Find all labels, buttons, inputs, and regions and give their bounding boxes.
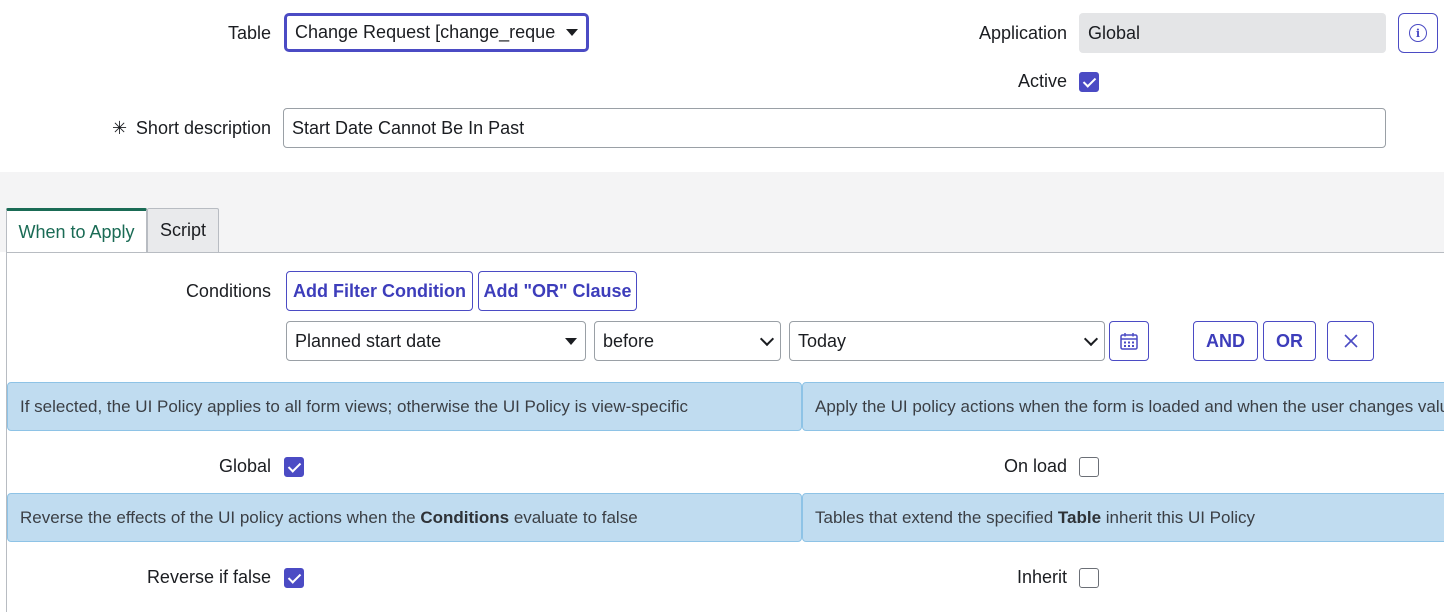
active-label: Active <box>1017 71 1067 91</box>
add-or-clause-button[interactable]: Add "OR" Clause <box>478 271 637 311</box>
inherit-checkbox[interactable] <box>1079 568 1099 588</box>
or-button[interactable]: OR <box>1263 321 1316 361</box>
dropdown-caret-icon <box>565 337 577 345</box>
global-label: Global <box>218 456 271 476</box>
application-field: Global <box>1079 13 1386 53</box>
table-select[interactable]: Change Request [change_request] <box>284 13 589 52</box>
on-load-hint-text: Apply the UI policy actions when the for… <box>815 396 1444 416</box>
tab-script[interactable]: Script <box>147 208 219 252</box>
reverse-hint: Reverse the effects of the UI policy act… <box>7 493 802 542</box>
global-hint: If selected, the UI Policy applies to al… <box>7 382 802 431</box>
application-info-button[interactable]: i <box>1398 13 1438 53</box>
info-icon: i <box>1409 24 1427 42</box>
condition-operator-value: before <box>603 330 655 351</box>
inherit-hint: Tables that extend the specified Table i… <box>802 493 1444 542</box>
remove-condition-button[interactable] <box>1327 321 1374 361</box>
reverse-if-false-label: Reverse if false <box>146 567 271 587</box>
condition-operator-select[interactable]: before <box>594 321 781 361</box>
short-description-value: Start Date Cannot Be In Past <box>292 117 525 138</box>
short-description-input[interactable]: Start Date Cannot Be In Past <box>283 108 1386 148</box>
chevron-down-icon <box>759 331 775 346</box>
when-to-apply-panel <box>6 252 1444 612</box>
reverse-hint-text: Reverse the effects of the UI policy act… <box>20 507 638 527</box>
global-checkbox[interactable] <box>284 457 304 477</box>
active-checkbox[interactable] <box>1079 72 1099 92</box>
reverse-if-false-checkbox[interactable] <box>284 568 304 588</box>
condition-field-select[interactable]: Planned start date <box>286 321 586 361</box>
close-icon <box>1343 334 1358 348</box>
on-load-checkbox[interactable] <box>1079 457 1099 477</box>
on-load-label: On load <box>1003 456 1067 476</box>
global-hint-text: If selected, the UI Policy applies to al… <box>20 396 688 416</box>
tab-when-to-apply[interactable]: When to Apply <box>6 208 147 253</box>
calendar-icon <box>1120 333 1138 350</box>
tab-when-to-apply-label: When to Apply <box>18 221 135 242</box>
application-label: Application <box>978 23 1067 43</box>
condition-field-value: Planned start date <box>295 330 442 351</box>
required-icon: ✳ <box>112 118 128 138</box>
table-label: Table <box>227 23 271 43</box>
calendar-button[interactable] <box>1109 321 1149 361</box>
on-load-hint: Apply the UI policy actions when the for… <box>802 382 1444 431</box>
conditions-label: Conditions <box>185 281 271 301</box>
short-description-label: Short description <box>135 118 271 138</box>
table-select-value: Change Request [change_request] <box>295 22 556 42</box>
chevron-down-icon <box>1083 331 1099 346</box>
add-filter-condition-button[interactable]: Add Filter Condition <box>286 271 473 311</box>
application-value: Global <box>1088 22 1141 43</box>
inherit-hint-text: Tables that extend the specified Table i… <box>815 507 1256 527</box>
and-button[interactable]: AND <box>1193 321 1258 361</box>
inherit-label: Inherit <box>1016 567 1067 587</box>
tab-script-label: Script <box>159 220 206 240</box>
condition-value-value: Today <box>798 330 847 351</box>
dropdown-caret-icon <box>566 29 578 36</box>
condition-value-select[interactable]: Today <box>789 321 1105 361</box>
